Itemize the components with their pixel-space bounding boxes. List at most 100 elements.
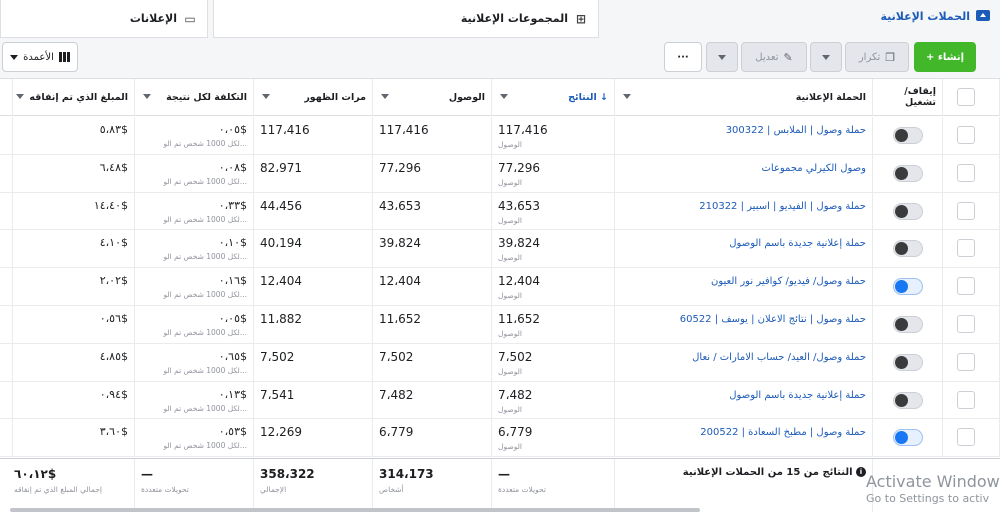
- spent-cell: ٣،٦٠$: [8, 419, 135, 457]
- campaign-toggle[interactable]: [893, 202, 923, 220]
- table-row[interactable]: حملة وصول/ فيديو/ كوافير نور العيون 12،40…: [0, 268, 1000, 306]
- row-checkbox[interactable]: [957, 352, 975, 371]
- more-button[interactable]: ···: [664, 42, 702, 72]
- horizontal-scrollbar[interactable]: [10, 508, 700, 512]
- row-toggle-cell: [873, 419, 943, 457]
- select-all-checkbox[interactable]: [957, 88, 975, 106]
- row-checkbox[interactable]: [957, 277, 975, 296]
- cost-value: ٠،٠٥$: [218, 123, 247, 136]
- row-select: [943, 117, 1000, 154]
- row-checkbox[interactable]: [957, 239, 975, 258]
- reach-value: 117،416: [379, 123, 429, 137]
- table-row[interactable]: حملة وصول | الملابس | 300322 117،416 الوصو…: [0, 117, 1000, 155]
- level-tabs: الإعلانات ▭ المجموعات الإعلانية ⊞ الحملا…: [0, 0, 1000, 38]
- table-row[interactable]: حملة وصول | مطبخ السعادة | 200522 6،779 ال…: [0, 419, 1000, 458]
- campaign-toggle[interactable]: [893, 278, 923, 296]
- results-value: 7،482: [498, 387, 533, 402]
- header-toggle: إيقاف/ تشغيل: [873, 79, 943, 116]
- campaign-toggle[interactable]: [893, 127, 923, 144]
- spent-cell: ٠،٩٤$: [8, 381, 135, 419]
- row-toggle-cell: [873, 343, 943, 381]
- spent-cell: ٤،١٠$: [8, 230, 135, 268]
- columns-button[interactable]: الأعمدة: [2, 42, 78, 72]
- campaign-toggle[interactable]: [893, 353, 923, 371]
- cost-sub: لكل 1000 شخص تم الو...: [163, 365, 247, 375]
- table-row[interactable]: حملة وصول/ العيد/ حساب الامارات / نعال 7،…: [0, 343, 1000, 382]
- create-button[interactable]: + إنشاء: [914, 42, 976, 72]
- chevron-down-icon: [381, 94, 389, 99]
- header-campaign[interactable]: الحملة الإعلانية: [615, 79, 873, 116]
- footer-cost-sub: تحويلات متعددة: [141, 485, 189, 494]
- tab-campaigns-label: الحملات الإعلانية: [880, 10, 970, 23]
- campaign-name[interactable]: حملة وصول | الفيديو | اسبير | 210322: [615, 192, 873, 230]
- campaign-toggle[interactable]: [893, 164, 923, 182]
- campaign-name[interactable]: حملة إعلانية جديدة باسم الوصول: [615, 230, 873, 268]
- campaign-toggle[interactable]: [893, 391, 923, 409]
- reach-value: 77،296: [379, 160, 422, 175]
- results-value: 117،416: [498, 123, 548, 137]
- table-row[interactable]: وصول الكيرلي مجموعات 77،296 الوصول 77،296 82…: [0, 154, 1000, 193]
- results-value: 12،404: [498, 274, 541, 289]
- campaign-name[interactable]: حملة وصول | نتائج الاعلان | يوسف | 60522: [615, 306, 873, 343]
- footer-reach-sub: أشخاص: [379, 485, 404, 494]
- row-checkbox[interactable]: [957, 428, 975, 447]
- results-cell: 6،779 الوصول: [492, 419, 615, 457]
- footer-cost-value: —: [141, 467, 153, 481]
- footer-impressions-value: 358،322: [260, 467, 315, 481]
- campaign-name[interactable]: وصول الكيرلي مجموعات: [615, 154, 873, 192]
- table-row[interactable]: حملة إعلانية جديدة باسم الوصول 39،824 الوص…: [0, 230, 1000, 269]
- duplicate-label: تكرار: [858, 51, 881, 63]
- footer-title-label: النتائج من 15 من الحملات الإعلانية: [682, 467, 853, 478]
- header-results[interactable]: النتائج ↓: [492, 79, 615, 116]
- duplicate-button[interactable]: تكرار ❐: [845, 42, 909, 72]
- campaign-name[interactable]: حملة إعلانية جديدة باسم الوصول: [615, 381, 873, 419]
- toggle-knob: [895, 129, 908, 142]
- row-toggle-cell: [873, 268, 943, 305]
- spent-value: ٦،٤٨$: [99, 160, 128, 174]
- results-sub: الوصول: [498, 442, 522, 452]
- header-reach[interactable]: الوصول: [373, 79, 492, 116]
- cost-value: ٠،٦٥$: [218, 349, 247, 363]
- edit-dropdown-button[interactable]: [706, 42, 738, 72]
- impressions-cell: 44،456: [254, 192, 373, 230]
- table-row[interactable]: حملة وصول | نتائج الاعلان | يوسف | 60522…: [0, 306, 1000, 344]
- table-row[interactable]: حملة إعلانية جديدة باسم الوصول 7،482 الوصو…: [0, 381, 1000, 420]
- campaign-toggle[interactable]: [893, 316, 923, 333]
- results-sub: الوصول: [498, 253, 522, 263]
- ad-icon: ▭: [184, 11, 196, 26]
- header-impressions[interactable]: مرات الظهور: [254, 79, 373, 116]
- results-sub: الوصول: [498, 404, 522, 414]
- cost-cell: ٠،١٣$ لكل 1000 شخص تم الو...: [135, 381, 254, 419]
- results-value: 7،502: [498, 349, 533, 364]
- impressions-value: 12،269: [260, 425, 303, 440]
- campaign-name[interactable]: حملة وصول/ فيديو/ كوافير نور العيون: [615, 268, 873, 305]
- campaign-name[interactable]: حملة وصول | مطبخ السعادة | 200522: [615, 419, 873, 457]
- tab-ads[interactable]: الإعلانات ▭: [0, 0, 208, 38]
- header-amount-spent[interactable]: المبلغ الذي تم إنفاقه: [8, 79, 135, 116]
- header-cost-per-result[interactable]: التكلفة لكل نتيجة: [135, 79, 254, 116]
- row-checkbox[interactable]: [957, 126, 975, 144]
- tab-adsets[interactable]: المجموعات الإعلانية ⊞: [213, 0, 599, 38]
- campaign-name[interactable]: حملة وصول | الملابس | 300322: [615, 117, 873, 154]
- campaign-name[interactable]: حملة وصول/ العيد/ حساب الامارات / نعال: [615, 343, 873, 381]
- row-checkbox[interactable]: [957, 163, 975, 182]
- table-row[interactable]: حملة وصول | الفيديو | اسبير | 210322 43،6…: [0, 192, 1000, 231]
- chevron-down-icon: [16, 94, 24, 99]
- row-checkbox[interactable]: [957, 315, 975, 333]
- duplicate-dropdown-button[interactable]: [810, 42, 842, 72]
- campaign-toggle[interactable]: [893, 240, 923, 258]
- reach-value: 12،404: [379, 274, 422, 289]
- spent-value: ١٤،٤٠$: [93, 198, 128, 212]
- overflow-cell: [0, 117, 13, 154]
- row-select: [943, 306, 1000, 343]
- edit-button[interactable]: تعديل ✎: [741, 42, 807, 72]
- footer-impressions: 358،322 الإجمالي: [254, 459, 373, 512]
- footer-reach: 314،173 أشخاص: [373, 459, 492, 512]
- info-icon[interactable]: i: [856, 467, 866, 477]
- row-checkbox[interactable]: [957, 201, 975, 220]
- toggle-knob: [895, 393, 908, 407]
- results-sub: الوصول: [498, 291, 522, 301]
- tab-campaigns[interactable]: الحملات الإعلانية: [604, 0, 1000, 38]
- row-checkbox[interactable]: [957, 390, 975, 409]
- campaign-toggle[interactable]: [893, 429, 923, 447]
